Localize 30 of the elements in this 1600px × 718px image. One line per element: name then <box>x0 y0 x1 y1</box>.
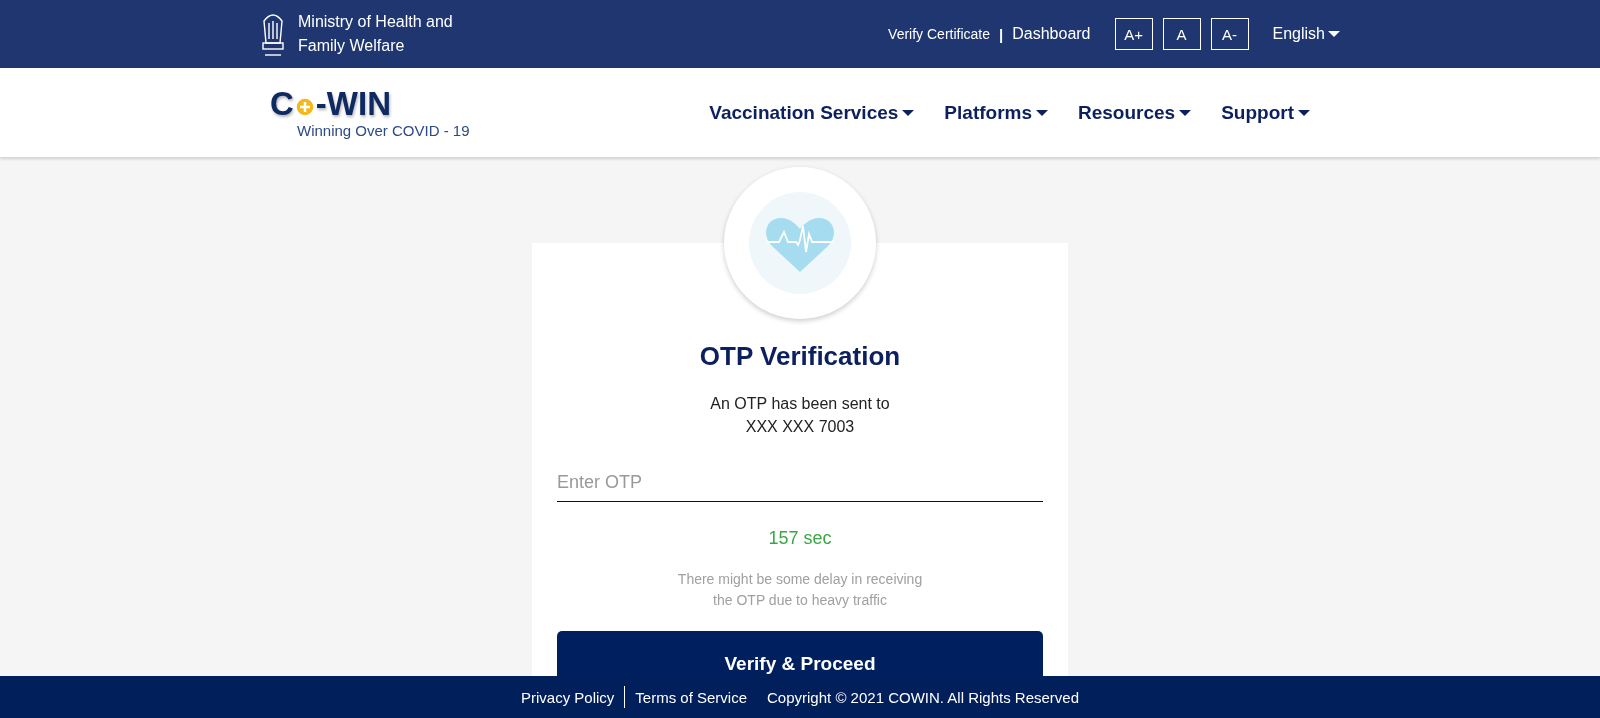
countdown-timer: 157 sec <box>768 528 832 549</box>
otp-message: An OTP has been sent to XXX XXX 7003 <box>710 394 890 437</box>
logo-text: -WIN <box>315 86 391 122</box>
logo-tagline: Winning Over COVID - 19 <box>297 122 470 139</box>
caret-icon <box>1298 109 1310 116</box>
copyright-text: Copyright © 2021 COWIN. All Rights Reserved <box>767 688 1080 706</box>
nav-menu-item[interactable]: Platforms <box>944 101 1048 124</box>
font-size-button[interactable]: A- <box>1210 18 1249 50</box>
top-link[interactable]: Verify Certificate <box>888 26 991 42</box>
footer-link[interactable]: Terms of Service <box>635 688 747 706</box>
font-size-button[interactable]: A+ <box>1114 18 1153 50</box>
caret-icon <box>1179 109 1192 116</box>
delay-note: There might be some delay in receiving the OTP due to heavy traffic <box>677 570 923 610</box>
logo-text: C <box>270 86 294 122</box>
font-size-button[interactable]: A <box>1162 18 1201 50</box>
nav-menu-item[interactable]: Support <box>1221 101 1310 124</box>
nav-menu-item[interactable]: Vaccination Services <box>709 101 915 124</box>
footer-link[interactable]: Privacy Policy <box>520 688 615 706</box>
card-title: OTP Verification <box>699 341 901 372</box>
caret-icon <box>902 109 915 116</box>
verify-button[interactable]: Verify & Proceed <box>557 631 1043 676</box>
ministry-name: Ministry of Health and Family Welfare <box>298 12 453 56</box>
caret-icon <box>1328 31 1340 37</box>
caret-icon <box>1036 109 1048 116</box>
nav-menu-item[interactable]: Resources <box>1078 101 1192 124</box>
heart-pulse-icon <box>749 192 851 294</box>
language-dropdown[interactable]: English <box>1272 25 1340 43</box>
top-link[interactable]: Dashboard <box>1012 25 1091 43</box>
separator: | <box>999 25 1004 43</box>
plus-circle-icon <box>294 97 315 117</box>
